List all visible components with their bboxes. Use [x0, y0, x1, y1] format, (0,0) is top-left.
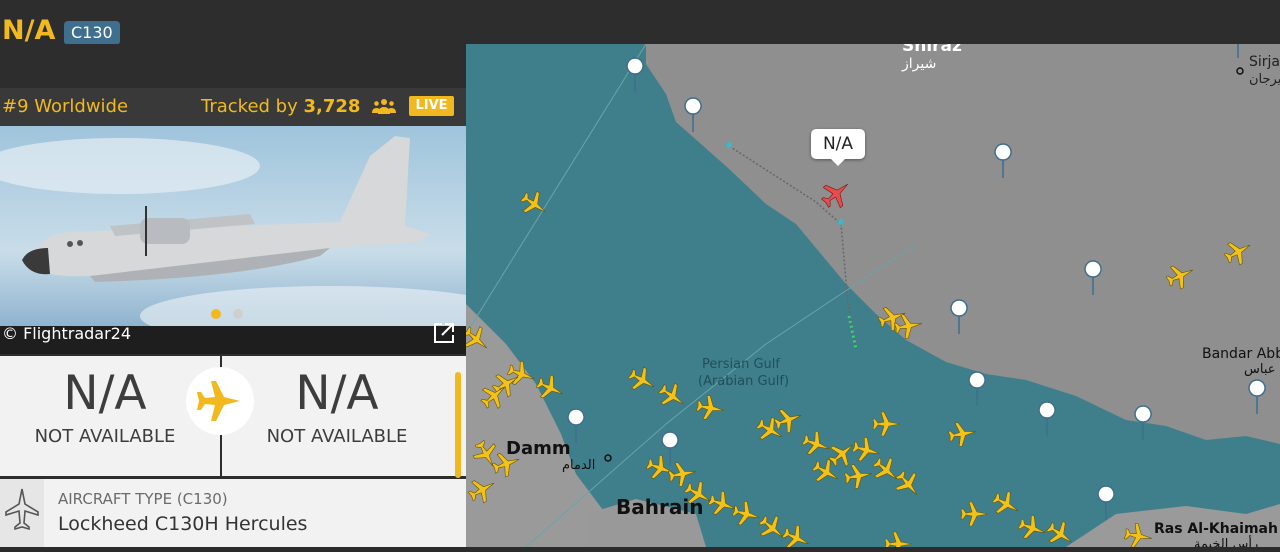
traffic-plane — [752, 412, 789, 448]
route-plane-circle — [186, 367, 254, 435]
external-link-icon[interactable] — [431, 320, 457, 346]
aircraft-type-label: AIRCRAFT TYPE (C130) — [58, 490, 228, 508]
traffic-plane — [532, 371, 569, 406]
aircraft-photo[interactable] — [0, 126, 466, 354]
top-bar — [0, 0, 1280, 44]
callout-pointer — [830, 158, 846, 166]
flight-title: N/A — [2, 15, 56, 46]
aircraft-type-icon-box — [0, 479, 44, 547]
origin-name: NOT AVAILABLE — [34, 426, 176, 447]
carousel-dot-2[interactable] — [233, 309, 243, 319]
traffic-plane — [1220, 234, 1257, 270]
origin-code: N/A — [63, 366, 147, 421]
traffic-plane — [694, 393, 727, 423]
traffic-plane — [680, 476, 717, 512]
traffic-plane — [960, 501, 989, 527]
selected-flight-callout[interactable]: N/A — [811, 129, 865, 159]
airplane-icon — [197, 381, 240, 421]
traffic-plane — [666, 459, 699, 489]
aircraft-outline-icon — [5, 488, 39, 531]
destination-name: NOT AVAILABLE — [266, 426, 408, 447]
traffic-plane — [466, 320, 495, 358]
traffic-plane — [771, 403, 806, 437]
traffic-plane — [889, 465, 927, 503]
destination-code: N/A — [295, 366, 379, 421]
traffic-plane — [872, 411, 901, 437]
photo-credit[interactable]: © Flightradar24 — [2, 324, 131, 344]
traffic-plane — [1041, 516, 1079, 547]
traffic-plane — [729, 498, 764, 530]
aircraft-type-name: Lockheed C130H Hercules — [58, 513, 308, 535]
aircraft-photo-image — [0, 126, 466, 354]
traffic-plane — [515, 186, 553, 223]
carousel-dot-1[interactable] — [211, 309, 221, 319]
tracked-count: 3,728 — [303, 96, 361, 117]
traffic-plane — [808, 454, 845, 490]
traffic-plane — [466, 472, 501, 508]
traffic-plane — [624, 362, 661, 398]
traffic-plane — [753, 509, 791, 547]
traffic-plane — [778, 521, 815, 547]
traffic-plane — [653, 378, 691, 415]
traffic-plane — [867, 451, 905, 489]
traffic-plane — [1162, 258, 1199, 293]
flight-map[interactable]: Shiraz شیراز Sirja سیرجان Persian Gulf (… — [466, 44, 1280, 547]
live-badge: LIVE — [409, 96, 454, 116]
traffic-plane — [946, 419, 979, 449]
traffic-plane — [489, 447, 524, 481]
selected-aircraft-icon — [816, 173, 857, 214]
traffic-plane — [799, 427, 834, 461]
traffic-plane — [988, 486, 1025, 522]
aircraft-code-badge[interactable]: C130 — [64, 21, 120, 45]
people-icon — [372, 99, 396, 114]
traffic-plane — [1015, 511, 1050, 545]
tracked-by-label: Tracked by — [201, 96, 304, 117]
panel-scrollbar[interactable] — [455, 372, 461, 478]
traffic-plane — [1122, 521, 1155, 547]
traffic-plane — [842, 461, 875, 491]
traffic-plane — [884, 531, 913, 547]
traffic-layer — [466, 173, 1257, 547]
tracked-by: Tracked by 3,728 — [201, 96, 360, 118]
worldwide-rank[interactable]: #9 Worldwide — [2, 96, 128, 118]
